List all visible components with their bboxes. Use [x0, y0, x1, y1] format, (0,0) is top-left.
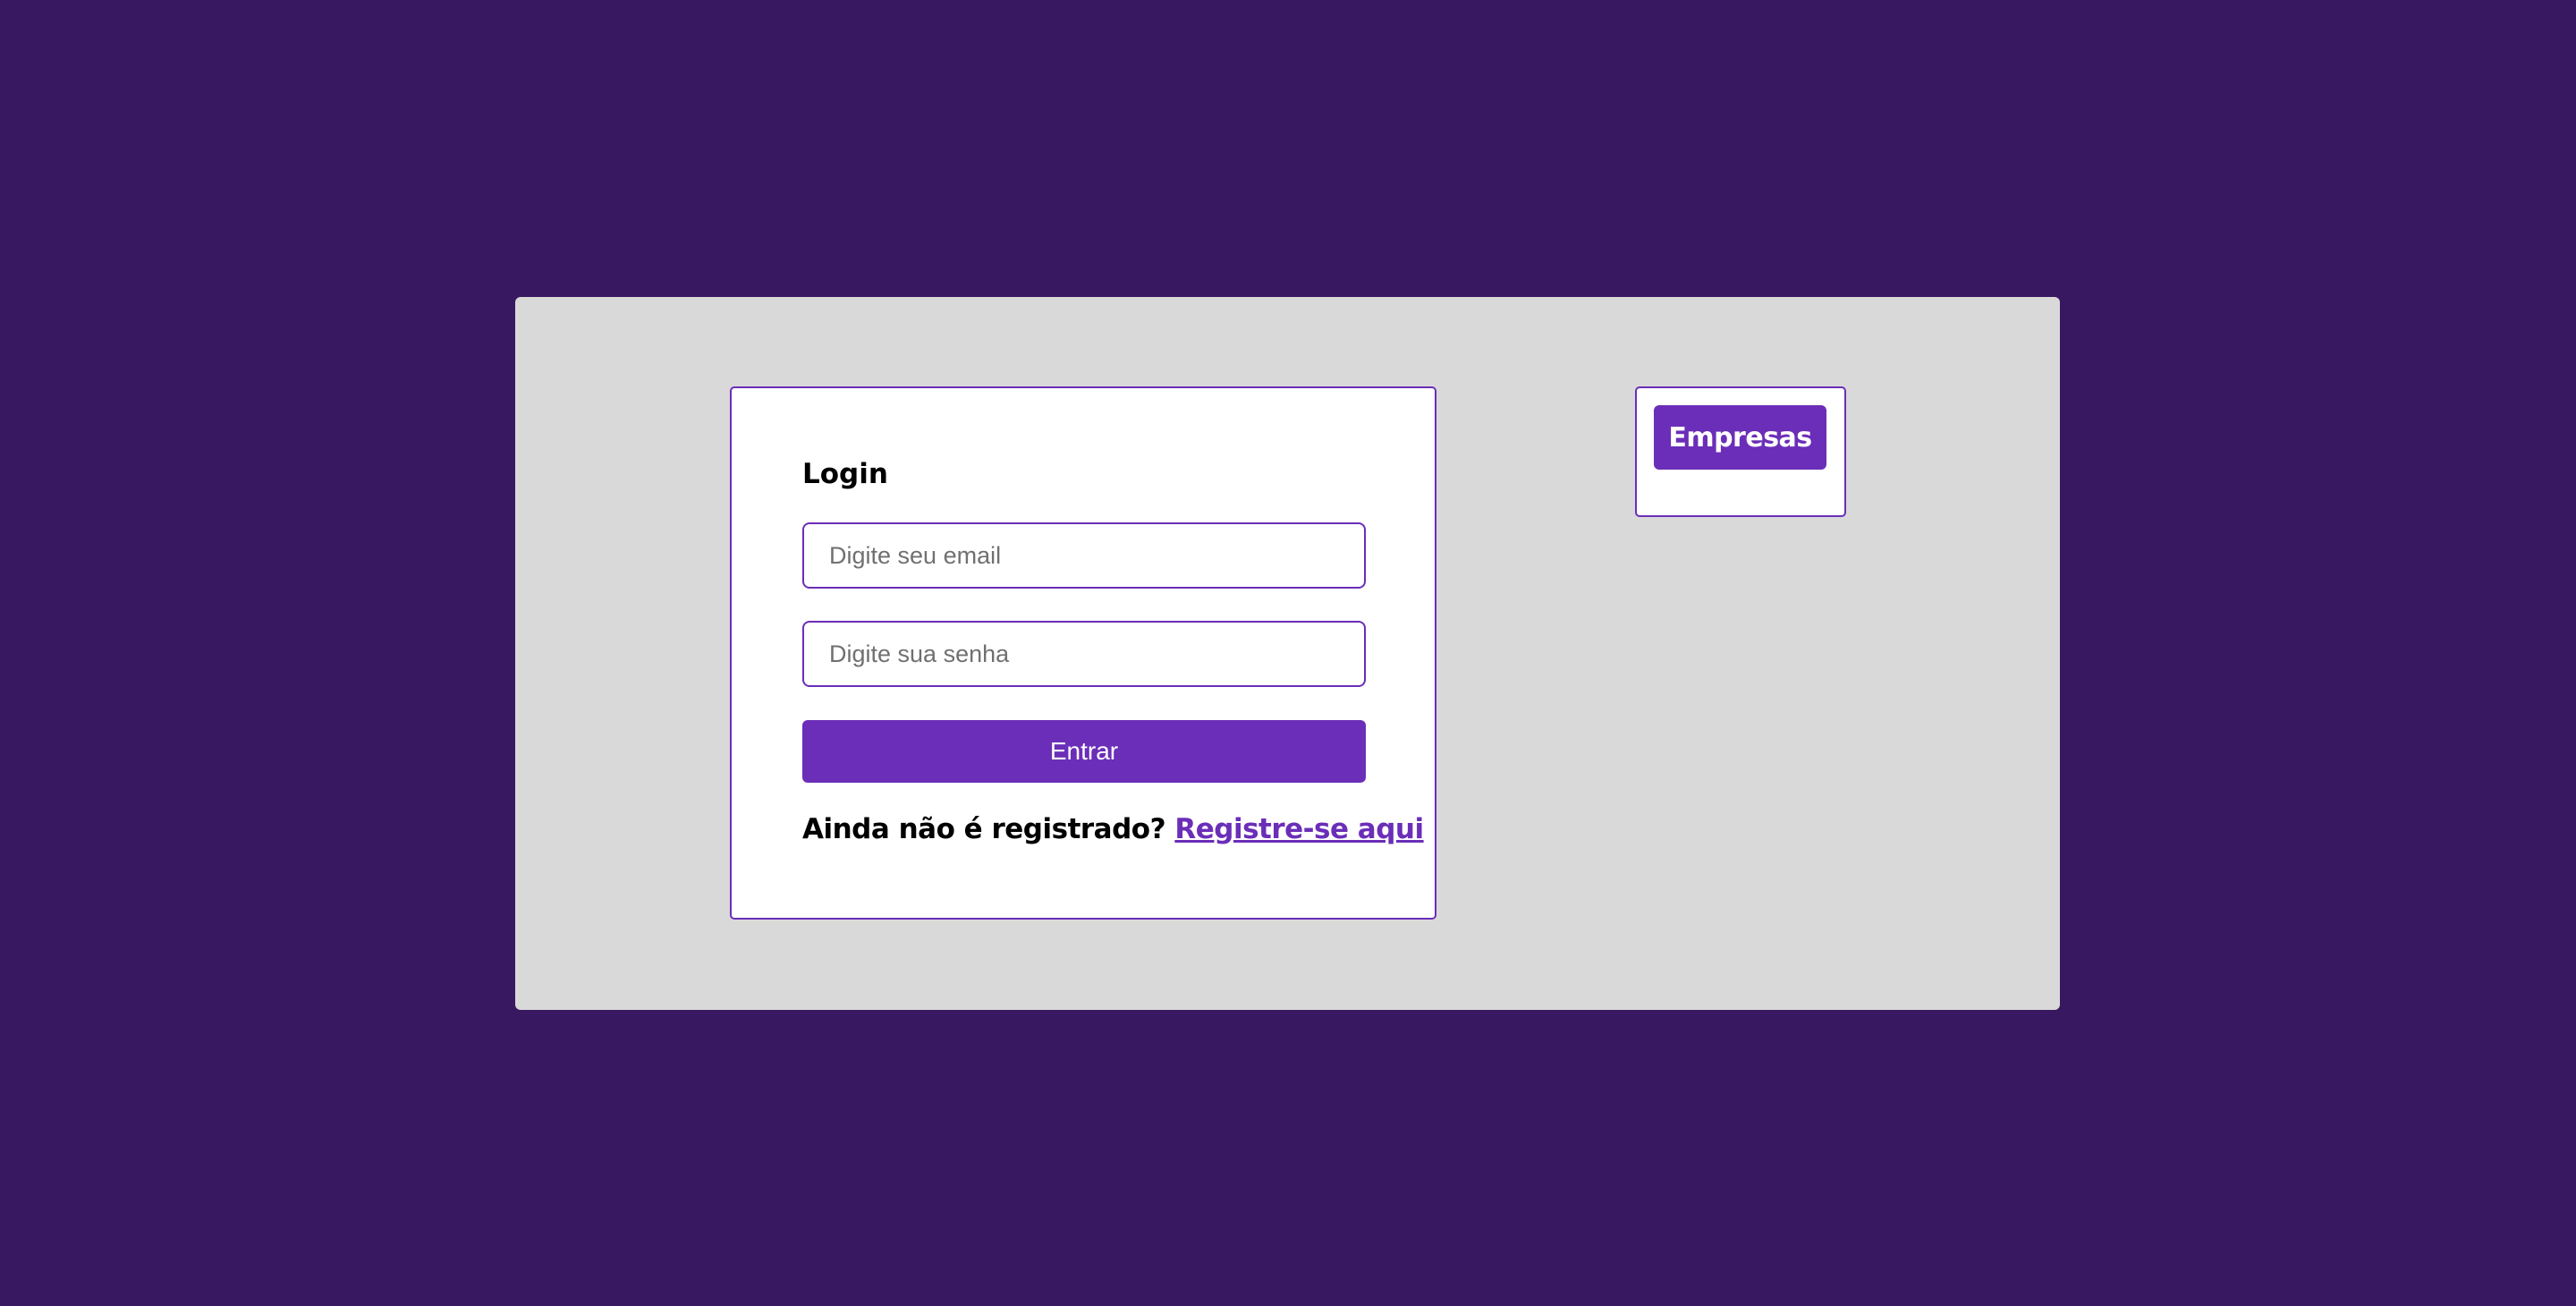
register-link[interactable]: Registre-se aqui [1174, 813, 1424, 845]
companies-button[interactable]: Empresas [1654, 405, 1826, 470]
email-input[interactable] [802, 522, 1366, 589]
register-prompt-text: Ainda não é registrado? [802, 813, 1166, 845]
register-prompt-line: Ainda não é registrado? Registre-se aqui [802, 813, 1424, 845]
password-input[interactable] [802, 621, 1366, 687]
main-panel: Login Entrar Ainda não é registrado? Reg… [515, 297, 2060, 1010]
login-title: Login [802, 458, 888, 490]
companies-card: Empresas [1635, 386, 1846, 517]
login-card: Login Entrar Ainda não é registrado? Reg… [730, 386, 1436, 920]
login-button[interactable]: Entrar [802, 720, 1366, 783]
